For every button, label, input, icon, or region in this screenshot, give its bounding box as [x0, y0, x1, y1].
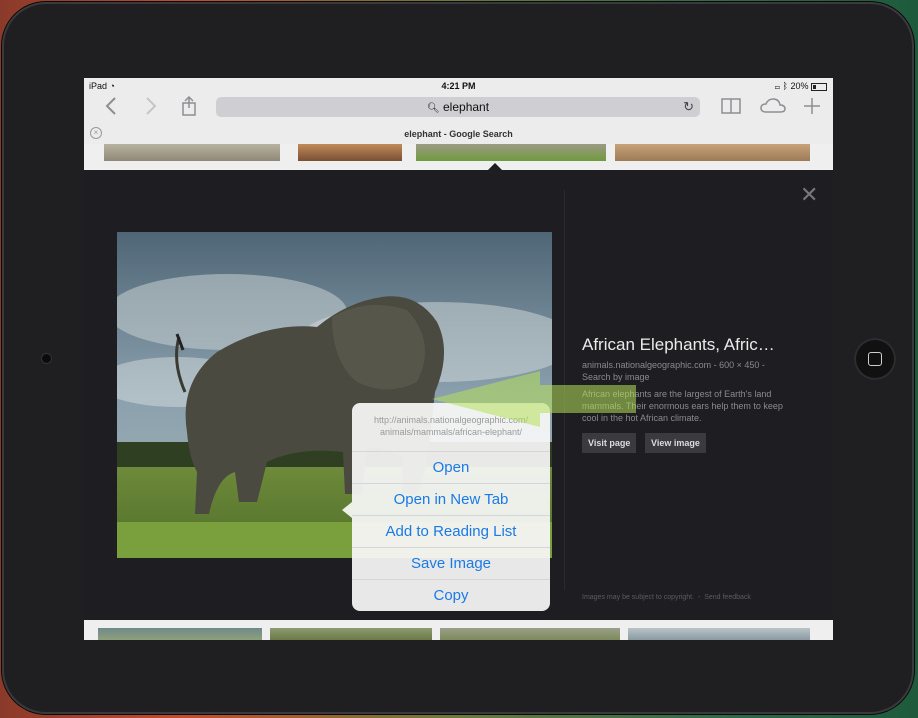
result-thumbnail[interactable] — [298, 144, 402, 161]
panel-footer: Images may be subject to copyright. - Se… — [582, 594, 751, 601]
reload-icon[interactable]: ↻ — [683, 99, 694, 115]
camera-lens — [42, 354, 51, 363]
home-button-icon — [868, 352, 882, 366]
result-thumbnail[interactable] — [98, 628, 262, 640]
menu-copy[interactable]: Copy — [352, 579, 550, 612]
search-icon: 🔍︎ — [426, 103, 440, 114]
home-button[interactable] — [854, 338, 896, 380]
result-thumbnail[interactable] — [416, 144, 606, 161]
status-time: 4:21 PM — [441, 81, 476, 91]
icloud-tabs-cloud-icon[interactable] — [760, 96, 786, 120]
tab-title[interactable]: elephant - Google Search — [84, 129, 833, 139]
image-context-menu: http://animals.nationalgeographic.com/ a… — [352, 403, 550, 611]
menu-save-image[interactable]: Save Image — [352, 547, 550, 580]
search-query: 🔍︎ elephant — [426, 100, 490, 114]
panel-close-icon[interactable]: ✕ — [800, 184, 818, 206]
new-tab-plus-icon[interactable] — [802, 96, 822, 120]
status-bar: iPad ◔ 4:21 PM ▭ ᛒ 20% — [84, 78, 833, 94]
battery-icon — [811, 82, 827, 91]
result-thumbnail[interactable] — [615, 144, 810, 161]
result-thumbnail[interactable] — [440, 628, 620, 640]
view-image-button[interactable]: View image — [645, 433, 706, 453]
menu-open-in-new-tab[interactable]: Open in New Tab — [352, 483, 550, 516]
visit-page-button[interactable]: Visit page — [582, 433, 637, 453]
menu-add-to-reading-list[interactable]: Add to Reading List — [352, 515, 550, 548]
send-feedback-link[interactable]: Send feedback — [704, 594, 751, 601]
address-bar[interactable]: 🔍︎ elephant ↻ — [216, 97, 700, 117]
airplay-icon: ▭ — [774, 81, 781, 91]
menu-open[interactable]: Open — [352, 451, 550, 484]
battery-percent: 20% — [790, 81, 809, 91]
bluetooth-icon: ᛒ — [782, 81, 788, 91]
forward-chevron-icon[interactable] — [142, 96, 160, 120]
ipad-screen: iPad ◔ 4:21 PM ▭ ᛒ 20% 🔍︎ elephant ↻ × e… — [84, 78, 833, 640]
status-right: ▭ ᛒ 20% — [775, 81, 827, 91]
highlight-arrow-icon — [432, 371, 636, 427]
panel-notch — [488, 163, 502, 170]
tab-bar: × elephant - Google Search — [84, 124, 833, 144]
copyright-note: Images may be subject to copyright. — [582, 594, 695, 601]
safari-toolbar: 🔍︎ elephant ↻ — [84, 94, 833, 124]
image-source[interactable]: animals.nationalgeographic.com - 600 × 4… — [582, 359, 765, 371]
results-thumbnails-top — [84, 144, 833, 170]
result-thumbnail[interactable] — [628, 628, 810, 640]
results-thumbnails-bottom — [84, 620, 833, 640]
back-chevron-icon[interactable] — [102, 96, 120, 120]
bookmarks-book-icon[interactable] — [720, 96, 742, 120]
image-title[interactable]: African Elephants, Afric… — [582, 335, 775, 355]
result-thumbnail[interactable] — [270, 628, 432, 640]
result-thumbnail[interactable] — [104, 144, 280, 161]
menu-pointer — [342, 502, 352, 518]
share-icon[interactable] — [180, 95, 198, 120]
